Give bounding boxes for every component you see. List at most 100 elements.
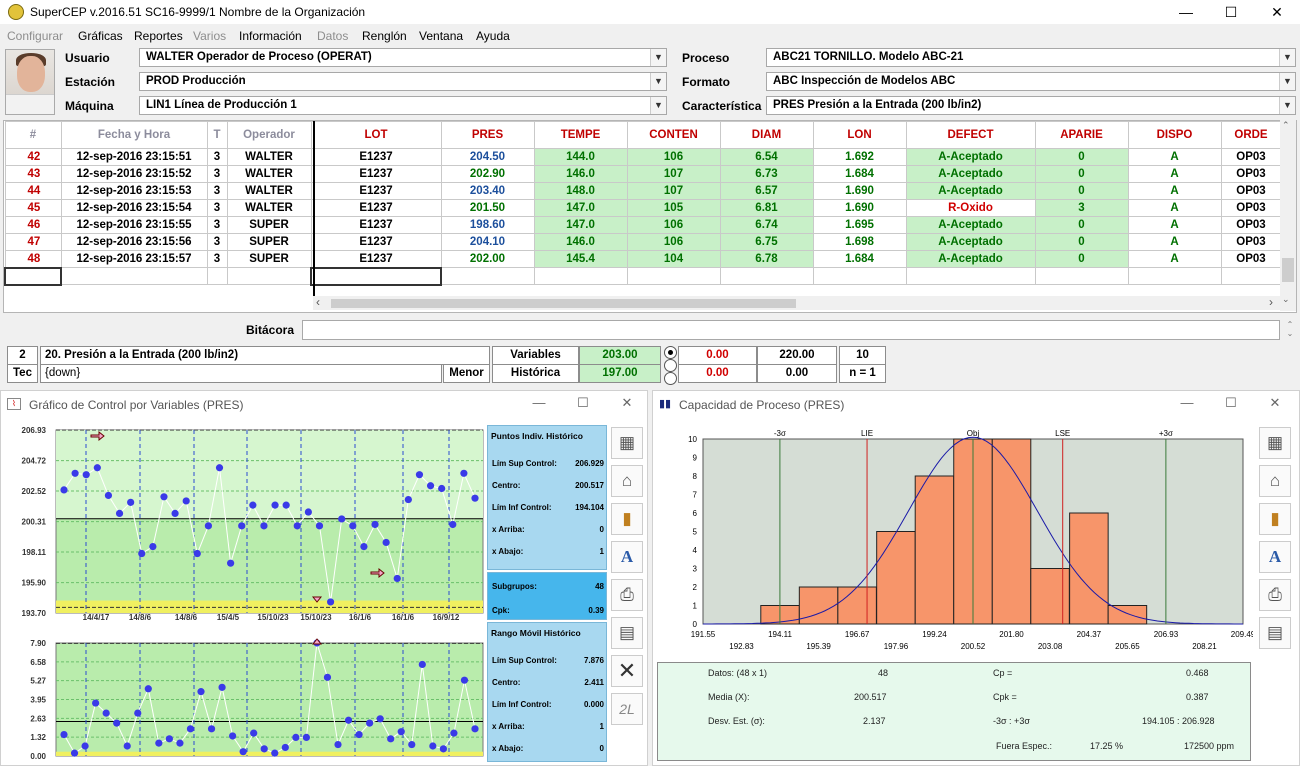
table-cell[interactable] [1220, 267, 1282, 285]
scroll-up-icon[interactable]: ⌃ [1282, 120, 1290, 131]
table-cell[interactable]: E1237 [310, 250, 442, 268]
table-cell[interactable]: 106 [626, 216, 721, 234]
table-cell[interactable]: A-Aceptado [905, 148, 1036, 166]
table-cell[interactable]: 1.690 [812, 182, 907, 200]
usuario-select[interactable]: WALTER Operador de Proceso (OPERAT) ▼ [139, 48, 667, 67]
table-cell[interactable]: 144.0 [533, 148, 628, 166]
table-cell[interactable]: A [1127, 233, 1222, 251]
table-cell[interactable]: A [1127, 216, 1222, 234]
factory-icon[interactable]: ⌂ [611, 465, 643, 497]
table-cell[interactable]: OP03 [1220, 148, 1282, 166]
table-cell[interactable]: 198.60 [440, 216, 535, 234]
menu-informacion[interactable]: Información [239, 29, 302, 43]
table-cell[interactable]: E1237 [310, 199, 442, 217]
table-cell[interactable]: E1237 [310, 233, 442, 251]
menu-ayuda[interactable]: Ayuda [476, 29, 510, 43]
bitacora-scroll[interactable]: ⌃ ⌄ [1282, 320, 1298, 342]
table-cell[interactable]: WALTER [226, 165, 312, 183]
table-cell[interactable] [440, 267, 535, 285]
table-cell[interactable]: 12-sep-2016 23:15:52 [60, 165, 208, 183]
close-button[interactable]: ✕ [1254, 0, 1300, 24]
table-cell[interactable]: 3 [206, 216, 228, 234]
table-cell[interactable]: SUPER [226, 216, 312, 234]
chevron-down-icon[interactable]: ▼ [650, 49, 666, 66]
table-cell[interactable]: 3 [206, 165, 228, 183]
column-header[interactable]: ORDE [1220, 121, 1282, 149]
table-cell[interactable]: E1237 [310, 182, 442, 200]
table-cell[interactable]: 1.698 [812, 233, 907, 251]
table-cell[interactable]: A-Aceptado [905, 233, 1036, 251]
historica-radio[interactable] [664, 372, 677, 385]
column-header[interactable]: Fecha y Hora [60, 121, 208, 149]
new-entry-row[interactable] [4, 266, 1282, 286]
table-cell[interactable]: 6.78 [719, 250, 814, 268]
column-header[interactable]: DIAM [719, 121, 814, 149]
table-cell[interactable] [626, 267, 721, 285]
printer-icon[interactable]: ⎙ [1259, 579, 1291, 611]
font-icon[interactable]: A [1259, 541, 1291, 573]
table-cell[interactable]: 3 [206, 148, 228, 166]
table-cell[interactable] [310, 266, 442, 286]
table-cell[interactable]: 147.0 [533, 216, 628, 234]
scroll-right-icon[interactable]: › [1269, 295, 1273, 309]
table-cell[interactable]: SUPER [226, 250, 312, 268]
column-header[interactable]: LON [812, 121, 907, 149]
table-cell[interactable]: 6.74 [719, 216, 814, 234]
table-cell[interactable]: 106 [626, 233, 721, 251]
table-cell[interactable]: 1.690 [812, 199, 907, 217]
menu-varios[interactable]: Varios [193, 29, 226, 43]
grid-vertical-scrollbar[interactable]: ⌃ ⌄ [1280, 120, 1296, 311]
column-header[interactable]: TEMPE [533, 121, 628, 149]
column-header[interactable]: DISPO [1127, 121, 1222, 149]
proceso-select[interactable]: ABC21 TORNILLO. Modelo ABC-21 ▼ [766, 48, 1296, 67]
control-maximize-button[interactable]: ☐ [573, 395, 593, 411]
table-cell[interactable]: 12-sep-2016 23:15:54 [60, 199, 208, 217]
table-cell[interactable]: 12-sep-2016 23:15:55 [60, 216, 208, 234]
table-cell[interactable] [60, 267, 208, 285]
table-cell[interactable]: OP03 [1220, 182, 1282, 200]
table-cell[interactable]: 3 [206, 233, 228, 251]
table-cell[interactable]: OP03 [1220, 216, 1282, 234]
column-header[interactable]: PRES [440, 121, 535, 149]
table-cell[interactable]: 201.50 [440, 199, 535, 217]
table-cell[interactable] [4, 266, 62, 286]
table-cell[interactable]: 204.10 [440, 233, 535, 251]
vscroll-thumb[interactable] [1282, 258, 1294, 282]
table-cell[interactable]: 202.00 [440, 250, 535, 268]
menu-datos[interactable]: Datos [317, 29, 348, 43]
table-row[interactable]: 43 12-sep-2016 23:15:52 3 WALTER E1237 202.90… [4, 165, 1282, 183]
column-header[interactable]: LOT [310, 121, 442, 149]
table-cell[interactable]: 6.81 [719, 199, 814, 217]
table-cell[interactable]: 146.0 [533, 233, 628, 251]
table-cell[interactable]: 1.692 [812, 148, 907, 166]
table-cell[interactable]: E1237 [310, 165, 442, 183]
chevron-down-icon[interactable]: ▼ [1279, 49, 1295, 66]
table-cell[interactable]: 42 [4, 148, 62, 166]
column-header[interactable]: # [4, 121, 62, 149]
capacity-close-button[interactable]: ✕ [1265, 395, 1285, 411]
table-cell[interactable]: 0 [1034, 233, 1129, 251]
table-row[interactable]: 44 12-sep-2016 23:15:53 3 WALTER E1237 203.40… [4, 182, 1282, 200]
table-cell[interactable]: 0 [1034, 165, 1129, 183]
formato-select[interactable]: ABC Inspección de Modelos ABC ▼ [766, 72, 1296, 91]
table-row[interactable]: 45 12-sep-2016 23:15:54 3 WALTER E1237 201.50… [4, 199, 1282, 217]
table-cell[interactable]: 3 [1034, 199, 1129, 217]
table-cell[interactable]: 0 [1034, 182, 1129, 200]
table-cell[interactable]: 1.684 [812, 250, 907, 268]
grid-horizontal-scrollbar[interactable]: ‹ › [313, 295, 1280, 310]
menu-ventana[interactable]: Ventana [419, 29, 463, 43]
table-cell[interactable]: A [1127, 199, 1222, 217]
table-cell[interactable]: 0 [1034, 250, 1129, 268]
column-header[interactable]: CONTEN [626, 121, 721, 149]
table-cell[interactable]: 3 [206, 182, 228, 200]
document-icon[interactable]: ▤ [611, 617, 643, 649]
table-row[interactable]: 47 12-sep-2016 23:15:56 3 SUPER E1237 204.10 1… [4, 233, 1282, 251]
document-icon[interactable]: ▤ [1259, 617, 1291, 649]
table-cell[interactable]: 3 [206, 250, 228, 268]
menu-reportes[interactable]: Reportes [134, 29, 183, 43]
table-cell[interactable]: E1237 [310, 216, 442, 234]
estacion-select[interactable]: PROD Producción ▼ [139, 72, 667, 91]
table-cell[interactable]: 0 [1034, 148, 1129, 166]
table-cell[interactable]: 106 [626, 148, 721, 166]
table-cell[interactable]: A-Aceptado [905, 250, 1036, 268]
